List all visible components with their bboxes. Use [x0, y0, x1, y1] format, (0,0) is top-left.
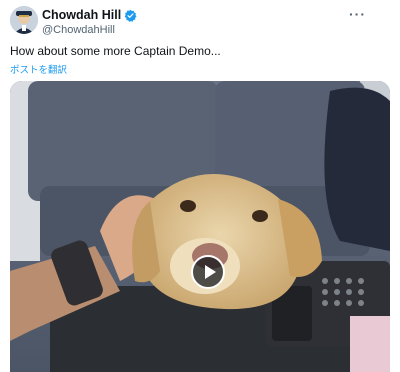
video-media[interactable] — [10, 81, 390, 372]
translate-link[interactable]: ポストを翻訳 — [10, 62, 67, 76]
verified-badge-icon — [124, 9, 137, 22]
more-horizontal-icon[interactable]: ··· — [349, 6, 366, 22]
play-icon[interactable] — [191, 255, 225, 289]
display-name[interactable]: Chowdah Hill — [42, 8, 121, 22]
video-thumbnail — [10, 81, 390, 372]
handle[interactable]: @ChowdahHill — [42, 24, 115, 36]
tweet-text: How about some more Captain Demo... — [10, 44, 221, 58]
name-line: Chowdah Hill — [42, 8, 137, 22]
tweet-card: Chowdah Hill @ChowdahHill ··· How about … — [0, 0, 400, 372]
avatar[interactable] — [10, 6, 38, 34]
avatar-image — [10, 6, 38, 34]
tweet-header: Chowdah Hill @ChowdahHill ··· — [10, 4, 390, 36]
